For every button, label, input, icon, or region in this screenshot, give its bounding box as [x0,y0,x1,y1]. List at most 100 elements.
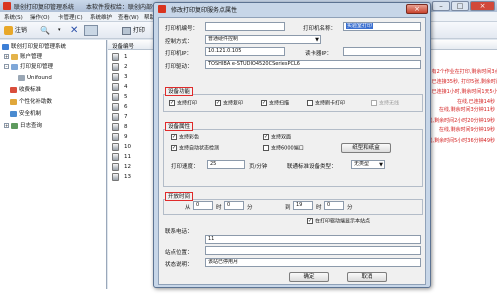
close-button[interactable]: × [470,1,495,11]
printer-row-icon [112,143,119,151]
tree-item-fee[interactable]: 收费标准 [10,86,41,95]
check-icon: ✓ [171,134,177,140]
computer-icon [2,43,9,50]
printer-row-icon [112,53,119,61]
device-attribute-group [163,129,423,187]
device-attribute-title: 设备属性 [165,122,194,131]
printer-row-icon [112,173,119,181]
delete-icon[interactable]: ✕ [70,24,78,37]
printer-name-field[interactable]: 实验室打印 [343,22,421,31]
support-other-checkbox[interactable]: 支持无线 [371,100,399,108]
contact-label: 联系电话： [165,229,193,235]
contact-field[interactable]: 11 [205,235,421,244]
status-note: 在线,剩余时间3分钟11秒 [438,107,495,113]
app-title: 联创打印复印管理系统 本软件授权给：联创内部使用 [14,4,165,11]
card-reader-ip-field[interactable] [343,47,421,56]
to-minute-field[interactable]: 0 [324,201,344,210]
status-note: 在线,剩余时间9分钟19秒 [438,127,495,133]
printer-row-icon [112,103,119,111]
tree-item-print-manage[interactable]: – 打印复印管理 [4,63,53,72]
edit-printer-dialog: 修改打印复印服务点属性 × 打印机编号： 打印机名称： 实验室打印 控制方式： … [153,2,431,288]
dropdown-arrow-icon[interactable]: ▾ [58,24,61,37]
table-row[interactable]: 9 [124,134,128,140]
control-mode-label: 控制方式： [165,39,193,45]
folder-icon [11,53,18,60]
printer-no-field[interactable] [205,22,285,31]
support-scan-checkbox[interactable]: ✓ 支持扫描 [261,100,289,108]
status-note: 在线,已连接1小时,剩余时间1天5小时20分钟 [420,89,497,95]
status-note: 在线,剩余时间5小时36分钟49秒 [422,138,496,144]
expand-icon[interactable]: + [4,123,9,128]
menu-card[interactable]: 卡管理(C) [58,13,83,21]
to-label: 到 [285,205,291,211]
control-mode-select[interactable]: 普通硬件控制 ▼ [205,35,321,44]
table-row[interactable]: 8 [124,124,128,130]
status-note: 在线,已连接14秒 [457,99,495,105]
table-row[interactable]: 13 [124,174,131,180]
tree-item-unifound[interactable]: Unifound [18,74,52,83]
support-autodetect-checkbox[interactable]: ✓ 支持自动状态检测 [171,145,219,153]
status-note: 在线,剩余时间2小时20分钟19秒 [422,118,496,124]
device-type-select[interactable]: 无类型 ▼ [351,160,385,169]
menu-system[interactable]: 系统(S) [4,13,23,21]
printer-row-icon [112,123,119,131]
table-row[interactable]: 11 [124,154,131,160]
location-field[interactable] [205,246,421,255]
printer-ip-field[interactable]: 10.121.0.105 [205,47,285,56]
from-hour-unit: 时 [216,205,222,211]
collapse-icon[interactable]: – [4,64,9,69]
logout-button[interactable]: 注销 [4,24,27,37]
tree-item-subsidy[interactable]: 个性化补助数 [10,98,52,107]
expand-icon[interactable]: + [4,54,9,59]
menu-maintenance[interactable]: 系统维护 [90,13,112,21]
tree-root[interactable]: 联创打印复印管理系统 [2,43,66,52]
printer-icon[interactable] [84,25,98,36]
search-icon[interactable]: 🔍 [40,24,52,37]
show-site-checkbox[interactable]: ✓ 在打印驱动端显示本站点 [307,218,370,226]
ok-button[interactable]: 确定 [289,272,329,282]
menu-operation[interactable]: 操作(O) [30,13,50,21]
check-icon: ✓ [171,145,177,151]
table-row[interactable]: 3 [124,74,128,80]
check-icon: ✓ [307,218,313,224]
status-field[interactable]: 该站已停用月 [205,258,421,267]
minimize-button[interactable]: – [432,1,450,11]
table-row[interactable]: 5 [124,94,128,100]
table-row[interactable]: 7 [124,114,128,120]
support-port-checkbox[interactable]: 支持6000端口 [263,145,304,153]
from-hour-field[interactable]: 0 [193,201,213,210]
table-row[interactable]: 4 [124,84,128,90]
support-duplex-checkbox[interactable]: ✓ 支持双面 [263,134,291,142]
to-hour-field[interactable]: 19 [293,201,313,210]
support-copy-checkbox[interactable]: ✓ 支持复印 [215,100,243,108]
print-speed-field[interactable]: 25 [207,160,245,169]
status-bar [0,289,497,298]
tree-item-account[interactable]: + 账户管理 [4,53,42,62]
support-print-checkbox[interactable]: ✓ 支持打印 [169,100,197,108]
printer-row-icon [112,113,119,121]
table-row[interactable]: 10 [124,144,131,150]
print-toolbar-button[interactable]: 打印 [122,24,145,37]
table-row[interactable]: 6 [124,104,128,110]
table-row[interactable]: 12 [124,164,131,170]
from-label: 从 [185,205,191,211]
tree-item-log[interactable]: + 日志查询 [4,122,42,131]
menu-view[interactable]: 查看(W) [118,13,139,21]
printer-row-icon [112,163,119,171]
column-device-no[interactable]: 设备编号 [112,42,134,50]
tree-item-security[interactable]: 安全机制 [10,110,41,119]
table-row[interactable]: 2 [124,64,128,70]
status-note: 在线,已连接35秒, 打印5张,剩余时间20天1小时7分钟36秒 [420,79,497,85]
device-type-label: 联通标准设备类型： [287,164,337,170]
status-label: 状态说明： [165,262,193,268]
maximize-button[interactable]: □ [451,1,469,11]
support-nocard-checkbox[interactable]: 支持刷卡打印 [307,100,345,108]
support-color-checkbox[interactable]: ✓ 支持彩色 [171,134,199,142]
card-reader-ip-label: 读卡器IP： [305,51,332,57]
table-row[interactable]: 1 [124,54,128,60]
from-minute-field[interactable]: 0 [224,201,244,210]
dialog-close-button[interactable]: × [406,4,428,14]
paper-tray-button[interactable]: 纸型和纸盒 [341,143,391,153]
driver-field[interactable]: TOSHIBA e-STUDIO4520CSeriesPCL6 [205,60,421,69]
cancel-button[interactable]: 取消 [347,272,387,282]
